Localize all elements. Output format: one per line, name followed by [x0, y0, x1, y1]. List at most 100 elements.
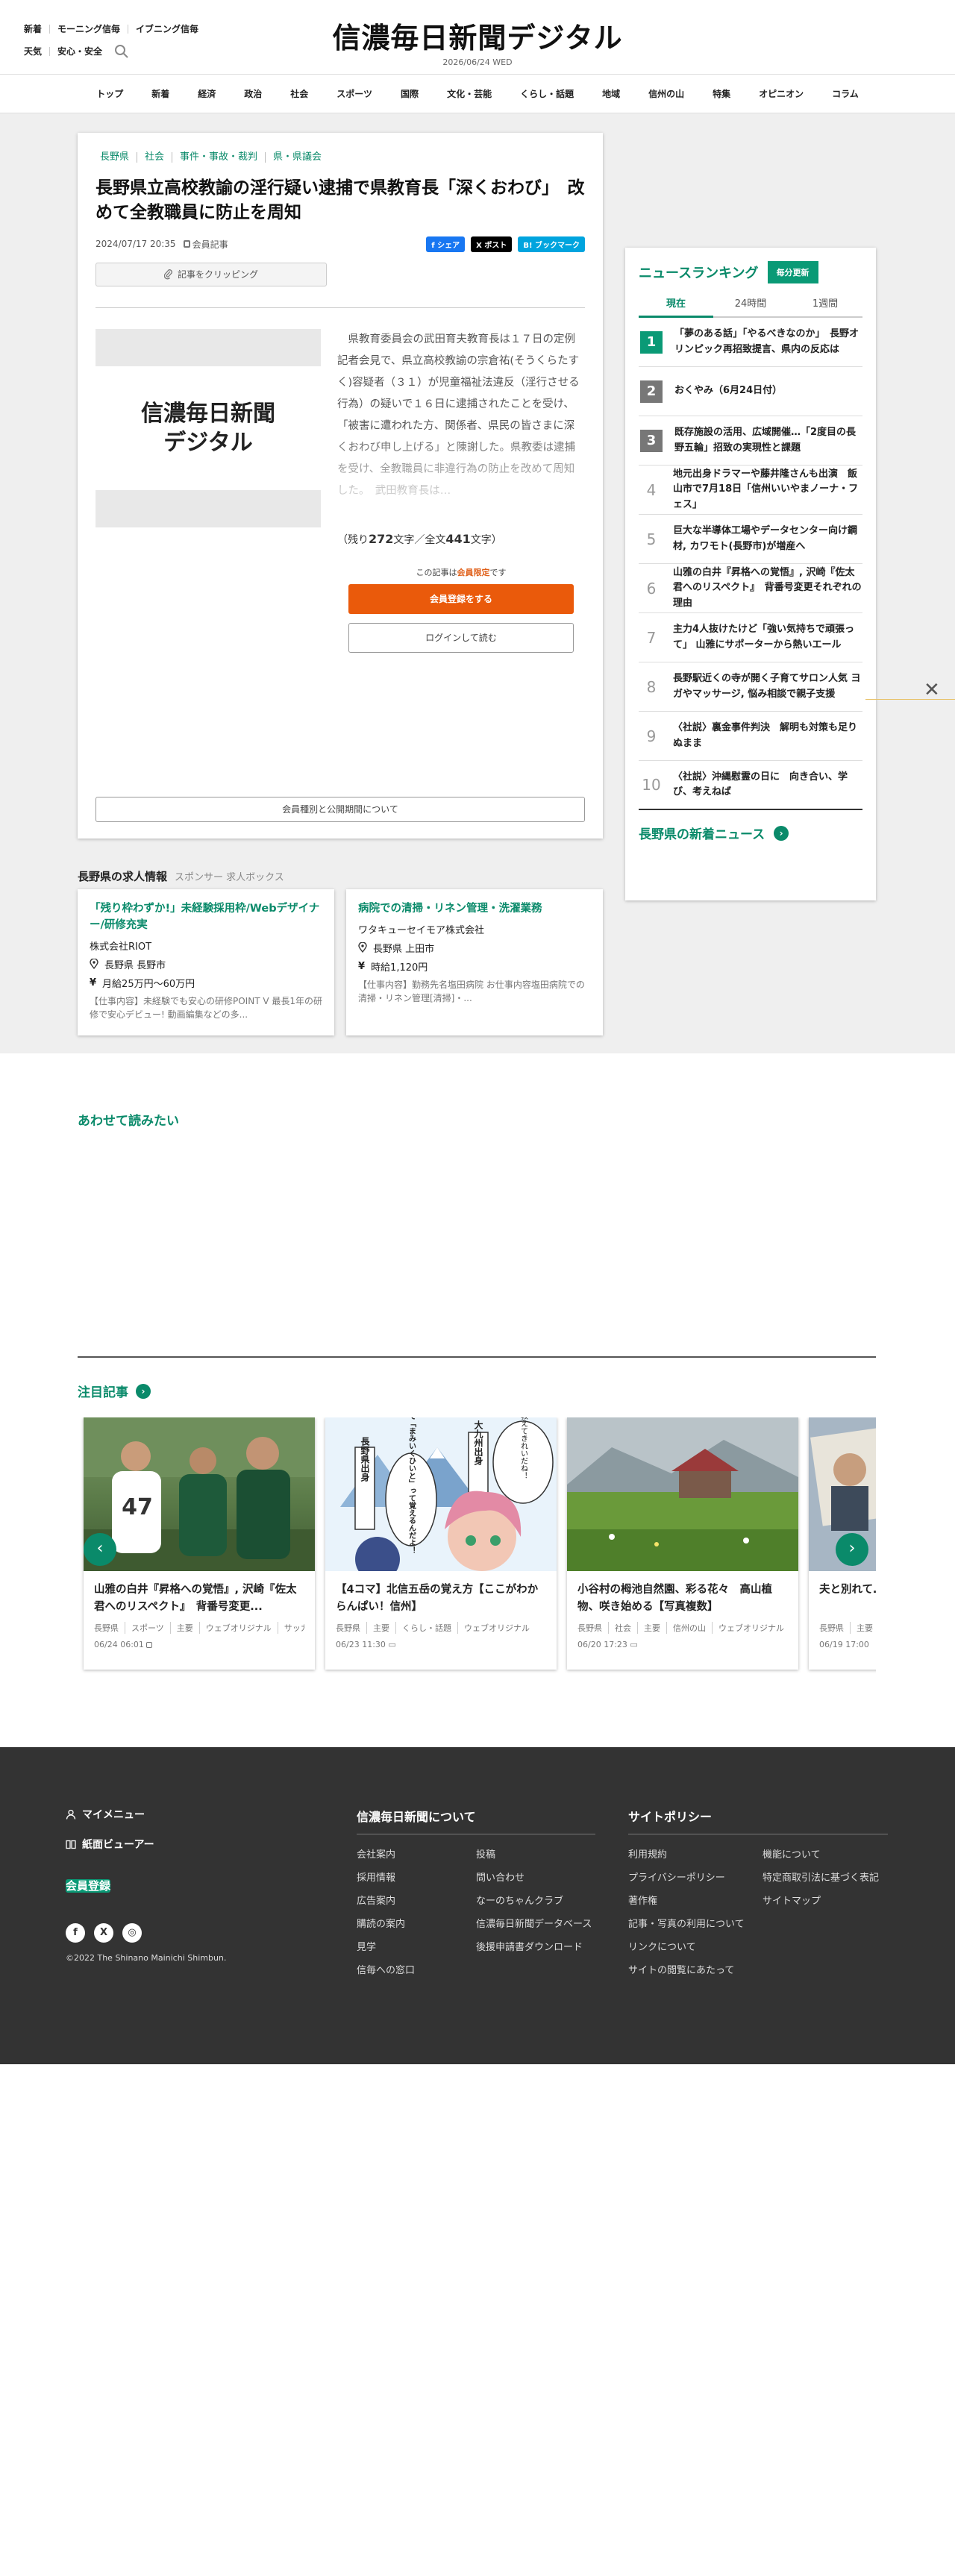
footer-link[interactable]: 記事・写真の利用について — [628, 1916, 763, 1930]
tab-24h[interactable]: 24時間 — [713, 295, 788, 316]
nav-international[interactable]: 国際 — [386, 87, 433, 100]
ranking-item-title[interactable]: 〈社説〉沖縄慰霊の日に 向き合い、学び、考えねば — [673, 770, 862, 800]
member-only-link[interactable]: 会員限定 — [457, 568, 490, 577]
nav-mountains[interactable]: 信州の山 — [634, 87, 698, 100]
carousel-prev-button[interactable]: ‹ — [84, 1533, 116, 1566]
nav-culture[interactable]: 文化・芸能 — [433, 87, 506, 100]
register-button[interactable]: 会員登録をする — [348, 583, 574, 614]
site-header: 新着 モーニング信毎 イブニング信毎 天気 安心・安全 信濃毎日新聞デジタル 2… — [0, 0, 955, 75]
ranking-item-title[interactable]: 主力4人抜けたけど「強い気持ちで頑張って」 山雅にサポーターから熱いエール — [673, 622, 862, 652]
card-title[interactable]: 夫と別れて…は 交錯し... — [819, 1582, 876, 1616]
carousel-next-button[interactable]: › — [836, 1533, 868, 1566]
job-salary: ¥ 時給1,120円 — [358, 960, 428, 974]
site-logo[interactable]: 信濃毎日新聞デジタル — [0, 15, 955, 56]
article-meta: 2024/07/17 20:35 会員記事 f シェア X ポスト B! ブック… — [96, 236, 585, 252]
close-icon[interactable]: ✕ — [924, 679, 940, 701]
job-card[interactable]: 病院での清掃・リネン管理・洗濯業務 ワタキューセイモア株式会社 長野県 上田市 … — [346, 889, 603, 1035]
job-title[interactable]: 「残り枠わずか!」未経験採用枠/Webデザイナー/研修充実 — [90, 901, 322, 934]
facebook-icon[interactable]: f — [66, 1923, 85, 1943]
footer-link[interactable]: プライバシーポリシー — [628, 1870, 763, 1884]
facebook-share-button[interactable]: f シェア — [426, 236, 466, 252]
clip-article-button[interactable]: 記事をクリッピング — [96, 262, 327, 286]
arrow-right-icon[interactable]: › — [136, 1383, 151, 1399]
ranking-item-title[interactable]: 地元出身ドラマーや藤井隆さんも出演 飯山市で7月18日「信州いいやまノーナ・フェ… — [673, 467, 862, 512]
ranking-item[interactable]: 4 地元出身ドラマーや藤井隆さんも出演 飯山市で7月18日「信州いいやまノーナ・フ… — [639, 466, 862, 515]
card-title[interactable]: 小谷村の栂池自然園、彩る花々 高山植物、咲き始める【写真複数】 — [577, 1582, 788, 1616]
nav-life[interactable]: くらし・話題 — [506, 87, 588, 100]
rank-number: 4 — [646, 480, 657, 499]
ranking-item[interactable]: 2 おくやみ（6月24日付） — [639, 367, 862, 416]
login-button[interactable]: ログインして読む — [348, 622, 574, 653]
nav-sports[interactable]: スポーツ — [322, 87, 386, 100]
footer-link[interactable]: 問い合わせ — [476, 1870, 595, 1884]
featured-card[interactable]: 長野県出身 大九州出身 北信五岳教えてきれいだね！ 頭文字をとって「まみいくひい… — [325, 1417, 557, 1670]
card-title[interactable]: 山雅の白井『昇格への覚悟』, 沢崎『佐太君へのリスペクト』 背番号変更... — [94, 1582, 304, 1616]
footer-link[interactable]: 広告案内 — [357, 1893, 476, 1907]
footer-link[interactable]: 採用情報 — [357, 1870, 476, 1884]
category-link[interactable]: 長野県 — [96, 152, 137, 163]
footer-link[interactable]: 後援申請書ダウンロード — [476, 1939, 595, 1953]
ranking-item-title[interactable]: おくやみ（6月24日付） — [674, 383, 782, 398]
ranking-item[interactable]: 7 主力4人抜けたけど「強い気持ちで頑張って」 山雅にサポーターから熱いエール — [639, 613, 862, 662]
ranking-item-title[interactable]: 長野駅近くの寺が開く子育てサロン人気 ヨガやマッサージ, 悩み相談で親子支援 — [673, 671, 862, 701]
footer-link[interactable]: サイトマップ — [763, 1893, 912, 1907]
footer-link[interactable]: 購読の案内 — [357, 1916, 476, 1930]
category-link[interactable]: 社会 — [137, 152, 172, 163]
nav-economy[interactable]: 経済 — [184, 87, 230, 100]
membership-plans-button[interactable]: 会員種別と公開期間について — [96, 797, 585, 822]
category-link[interactable]: 事件・事故・裁判 — [172, 152, 265, 163]
footer-link[interactable]: リンクについて — [628, 1939, 763, 1953]
footer-link[interactable]: 会社案内 — [357, 1846, 476, 1861]
footer-register-button[interactable]: 会員登録 — [66, 1879, 111, 1893]
card-title[interactable]: 【4コマ】北信五岳の覚え方【ここがわからんぱい！信州】 — [336, 1582, 546, 1616]
hatena-bookmark-button[interactable]: B! ブックマーク — [518, 236, 585, 252]
footer-link[interactable]: 機能について — [763, 1846, 912, 1861]
card-tags: 長野県 社会 主要 信州の山 ウェブオリジナル — [577, 1622, 788, 1634]
nav-politics[interactable]: 政治 — [230, 87, 276, 100]
x-icon[interactable]: X — [94, 1923, 113, 1943]
footer-link[interactable]: 見学 — [357, 1939, 476, 1953]
job-title[interactable]: 病院での清掃・リネン管理・洗濯業務 — [358, 901, 591, 918]
ranking-item-title[interactable]: 「夢のある話」「やるべきなのか」 長野オリンピック再招致提言、県内の反応は — [674, 327, 862, 357]
footer-link[interactable]: 信濃毎日新聞データベース — [476, 1916, 595, 1930]
footer-link[interactable]: 投稿 — [476, 1846, 595, 1861]
footer-viewer-link[interactable]: 紙面ビューアー — [66, 1837, 226, 1852]
ranking-item-title[interactable]: 〈社説〉裏金事件判決 解明も対策も足りぬまま — [673, 721, 862, 750]
featured-card[interactable]: 47 山雅の白井『昇格への覚悟』, 沢崎『佐太君へのリスペクト』 背番号変更..… — [84, 1417, 315, 1670]
ranking-item[interactable]: 9 〈社説〉裏金事件判決 解明も対策も足りぬまま — [639, 712, 862, 761]
featured-card[interactable]: 小谷村の栂池自然園、彩る花々 高山植物、咲き始める【写真複数】 長野県 社会 主要信… — [567, 1417, 798, 1670]
tab-now[interactable]: 現在 — [639, 295, 713, 318]
footer-link[interactable]: 利用規約 — [628, 1846, 763, 1861]
nav-top[interactable]: トップ — [82, 87, 137, 100]
ranking-item[interactable]: 1 「夢のある話」「やるべきなのか」 長野オリンピック再招致提言、県内の反応は — [639, 318, 862, 367]
nav-region[interactable]: 地域 — [588, 87, 634, 100]
ranking-item-title[interactable]: 既存施設の活用、広域開催…「2度目の長野五輪」招致の実現性と課題 — [674, 425, 862, 455]
ranking-item[interactable]: 10 〈社説〉沖縄慰霊の日に 向き合い、学び、考えねば — [639, 761, 862, 810]
ranking-item[interactable]: 8 長野駅近くの寺が開く子育てサロン人気 ヨガやマッサージ, 悩み相談で親子支援 — [639, 662, 862, 712]
ranking-item-title[interactable]: 巨大な半導体工場やデータセンター向け鋼材, カワモト(長野市)が増産へ — [673, 524, 862, 554]
nagano-latest-news-link[interactable]: 長野県の新着ニュース › — [639, 824, 862, 842]
tab-1week[interactable]: 1週間 — [788, 295, 862, 316]
job-card[interactable]: 「残り枠わずか!」未経験採用枠/Webデザイナー/研修充実 株式会社RIOT 長… — [78, 889, 334, 1035]
x-post-button[interactable]: X ポスト — [471, 236, 513, 252]
ranking-item[interactable]: 3 既存施設の活用、広域開催…「2度目の長野五輪」招致の実現性と課題 — [639, 416, 862, 466]
footer-link[interactable]: サイトの閲覧にあたって — [628, 1962, 763, 1976]
instagram-icon[interactable]: ◎ — [122, 1923, 142, 1943]
nav-new[interactable]: 新着 — [137, 87, 184, 100]
footer-link[interactable]: 特定商取引法に基づく表記 — [763, 1870, 912, 1884]
category-link[interactable]: 県・県議会 — [265, 152, 329, 163]
rank-number: 2 — [640, 380, 663, 403]
ranking-item[interactable]: 6 山雅の白井『昇格への覚悟』, 沢崎『佐太君へのリスペクト』 背番号変更それぞれ… — [639, 564, 862, 613]
nav-opinion[interactable]: オピニオン — [745, 87, 818, 100]
nav-society[interactable]: 社会 — [276, 87, 322, 100]
clip-label: 記事をクリッピング — [177, 269, 258, 281]
footer-link[interactable]: 著作権 — [628, 1893, 763, 1907]
footer-link[interactable]: 信毎への窓口 — [357, 1962, 476, 1976]
remaining-characters: （残り272文字／全文441文字） — [337, 531, 502, 546]
ranking-item[interactable]: 5 巨大な半導体工場やデータセンター向け鋼材, カワモト(長野市)が増産へ — [639, 515, 862, 564]
nav-column[interactable]: コラム — [818, 87, 873, 100]
ranking-item-title[interactable]: 山雅の白井『昇格への覚悟』, 沢崎『佐太君へのリスペクト』 背番号変更それぞれの… — [673, 565, 862, 610]
footer-mymenu-link[interactable]: マイメニュー — [66, 1807, 226, 1822]
footer-link[interactable]: なーのちゃんクラブ — [476, 1893, 595, 1907]
nav-features[interactable]: 特集 — [698, 87, 745, 100]
